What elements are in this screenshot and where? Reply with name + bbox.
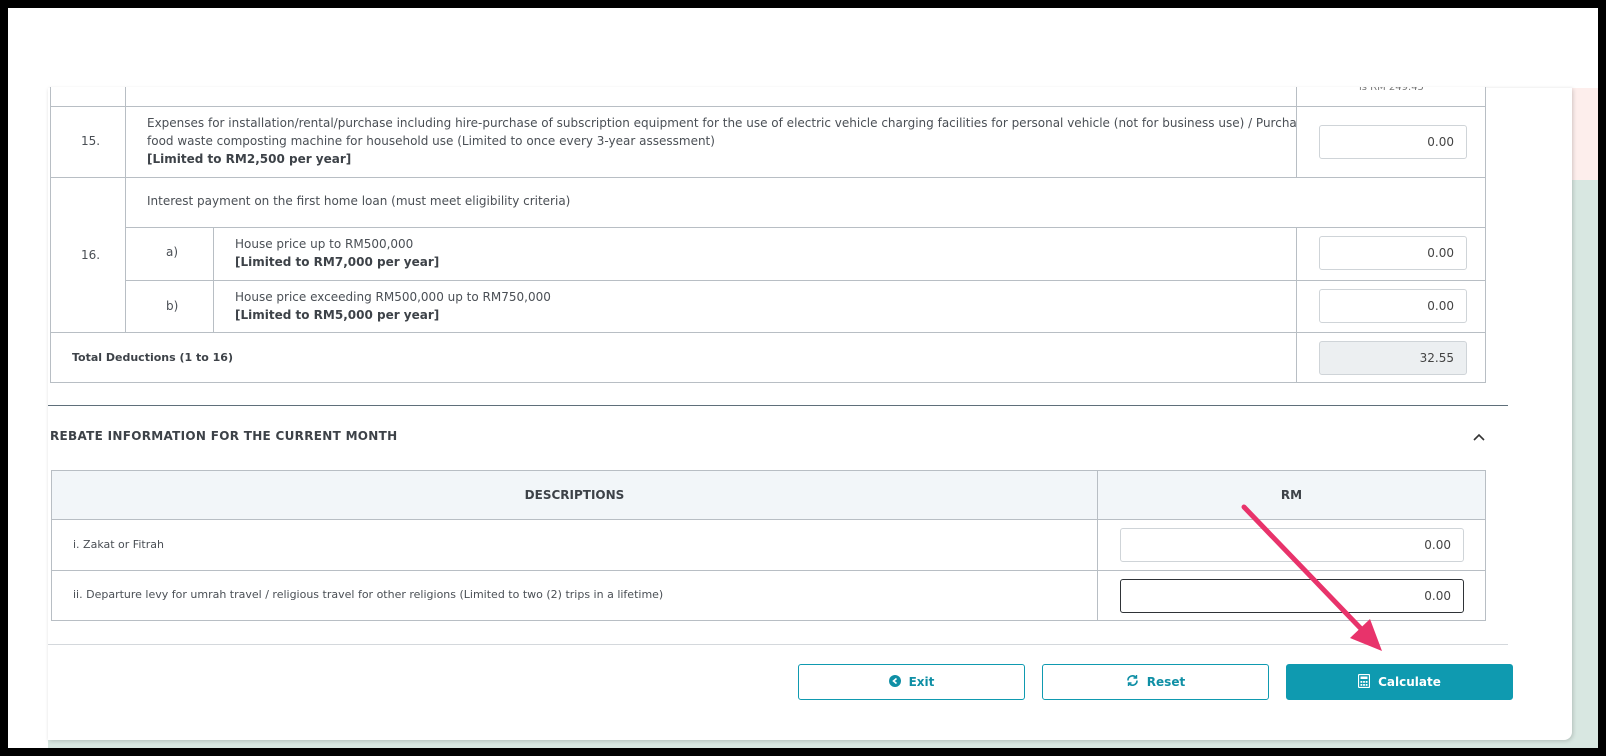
- page-frame: is RM 249.45 15. Expenses for installati…: [8, 8, 1598, 748]
- annotation-arrow: [1241, 504, 1382, 651]
